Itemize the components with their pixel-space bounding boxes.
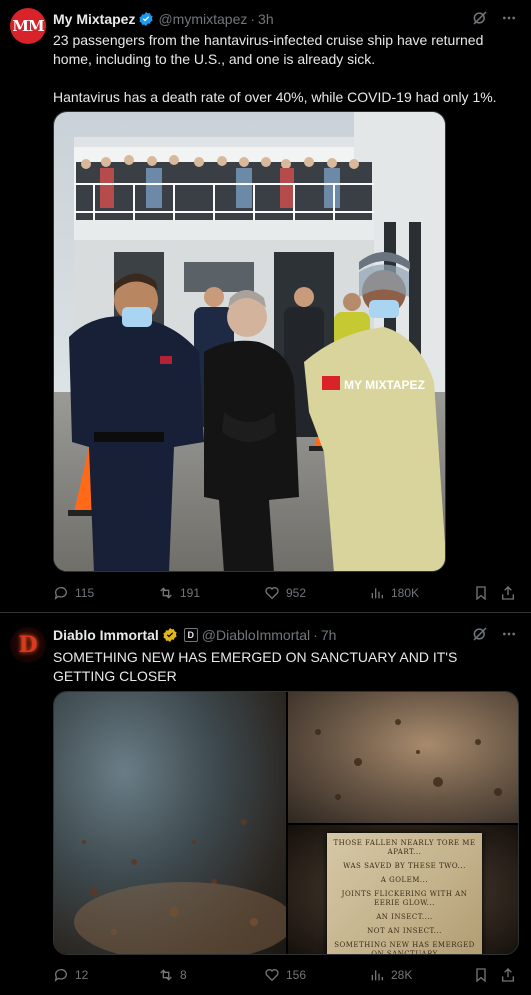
- tweet-top-icons: [471, 9, 517, 27]
- media-image-bottom-right[interactable]: THOSE FALLEN NEARLY TORE ME APART... WAS…: [288, 825, 518, 955]
- views-icon: [371, 588, 383, 599]
- share-button[interactable]: [500, 585, 516, 601]
- tweet-header: My Mixtapez @mymixtapez · 3h: [53, 9, 274, 29]
- bookmark-icon: [476, 586, 486, 601]
- repost-icon: [160, 587, 172, 599]
- share-icon: [502, 586, 514, 600]
- display-name[interactable]: Diablo Immortal: [53, 627, 159, 643]
- display-name[interactable]: My Mixtapez: [53, 11, 135, 27]
- poem-line: WAS SAVED BY THESE TWO...: [343, 862, 466, 870]
- avatar-logo-text: D: [18, 632, 38, 658]
- bookmark-icon: [476, 968, 486, 983]
- views-button[interactable]: 180K: [369, 585, 419, 601]
- reply-button[interactable]: 12: [53, 967, 88, 983]
- share-button[interactable]: [500, 967, 516, 983]
- views-count: 28K: [391, 968, 413, 982]
- verified-icon: [138, 11, 154, 27]
- dust-storm-image: [74, 819, 294, 954]
- like-count: 156: [286, 968, 307, 982]
- reply-count: 12: [75, 968, 89, 982]
- photo-cruise-ship-passengers: MY MIXTAPEZ: [54, 112, 445, 571]
- share-icon: [502, 968, 514, 982]
- media-image-top-right[interactable]: [288, 692, 518, 823]
- tweet-media-grid: THOSE FALLEN NEARLY TORE ME APART... WAS…: [53, 691, 519, 955]
- tweet-text-line-1: 23 passengers from the hantavirus-infect…: [53, 32, 484, 67]
- repost-count: 8: [180, 968, 187, 982]
- separator: ·: [313, 627, 318, 643]
- tweet-text: 23 passengers from the hantavirus-infect…: [53, 31, 518, 107]
- bookmark-button[interactable]: [473, 967, 489, 983]
- like-count: 952: [286, 586, 307, 600]
- tweet-text: SOMETHING NEW HAS EMERGED ON SANCTUARY A…: [53, 649, 458, 684]
- avatar[interactable]: MM: [10, 8, 46, 44]
- more-icon[interactable]: [501, 626, 517, 642]
- separator: ·: [250, 11, 256, 27]
- grok-icon[interactable]: [471, 625, 489, 643]
- tweet-actions: 12 8 156 28K: [53, 965, 518, 985]
- grok-icon[interactable]: [471, 9, 489, 27]
- bookmark-button[interactable]: [473, 585, 489, 601]
- media-image-left[interactable]: [54, 692, 294, 954]
- like-icon: [265, 587, 279, 600]
- affiliate-badge[interactable]: D: [183, 628, 198, 642]
- handle[interactable]: @DiabloImmortal: [202, 627, 310, 643]
- views-count: 180K: [391, 586, 420, 600]
- handle[interactable]: @mymixtapez: [158, 11, 247, 27]
- poem-line: JOINTS FLICKERING WITH AN EERIE GLOW...: [341, 890, 468, 907]
- reply-count: 115: [75, 586, 95, 600]
- avatar[interactable]: D: [10, 627, 46, 663]
- debris-image: [315, 719, 502, 800]
- like-button[interactable]: 156: [264, 967, 306, 983]
- like-icon: [265, 969, 279, 982]
- tweet-header: Diablo Immortal D @DiabloImmortal · 7h: [53, 625, 336, 645]
- tweet-photo[interactable]: MY MIXTAPEZ: [53, 111, 446, 572]
- parchment-note: THOSE FALLEN NEARLY TORE ME APART... WAS…: [327, 833, 482, 955]
- poem-line: NOT AN INSECT...: [367, 927, 442, 935]
- verified-icon: [162, 627, 178, 643]
- timestamp[interactable]: 3h: [258, 11, 274, 27]
- tweet-mymixtapez[interactable]: MM My Mixtapez @mymixtapez · 3h 23 passe…: [0, 0, 531, 613]
- poem-line: SOMETHING NEW HAS EMERGED ON SANCTUARY: [334, 941, 475, 955]
- reply-button[interactable]: 115: [53, 585, 94, 601]
- views-icon: [371, 970, 383, 981]
- more-icon[interactable]: [501, 10, 517, 26]
- repost-icon: [160, 969, 172, 981]
- views-button[interactable]: 28K: [369, 967, 412, 983]
- reply-icon: [54, 969, 67, 982]
- repost-button[interactable]: 8: [158, 967, 187, 983]
- timestamp[interactable]: 7h: [321, 627, 337, 643]
- tweet-actions: 115 191 952 180K: [53, 583, 518, 603]
- avatar-logo-text: MM: [12, 17, 44, 35]
- photo-watermark: MY MIXTAPEZ: [344, 378, 425, 392]
- poem-line: AN INSECT....: [376, 913, 433, 921]
- tweet-text-line-2: Hantavirus has a death rate of over 40%,…: [53, 89, 497, 105]
- poem-line: THOSE FALLEN NEARLY TORE ME APART...: [333, 839, 476, 856]
- repost-count: 191: [180, 586, 201, 600]
- repost-button[interactable]: 191: [158, 585, 200, 601]
- like-button[interactable]: 952: [264, 585, 306, 601]
- tweet-diablo-immortal[interactable]: D Diablo Immortal D @DiabloImmortal · 7h…: [0, 613, 531, 995]
- tweet-top-icons: [471, 625, 517, 643]
- reply-icon: [54, 587, 67, 600]
- poem-line: A GOLEM...: [380, 876, 429, 884]
